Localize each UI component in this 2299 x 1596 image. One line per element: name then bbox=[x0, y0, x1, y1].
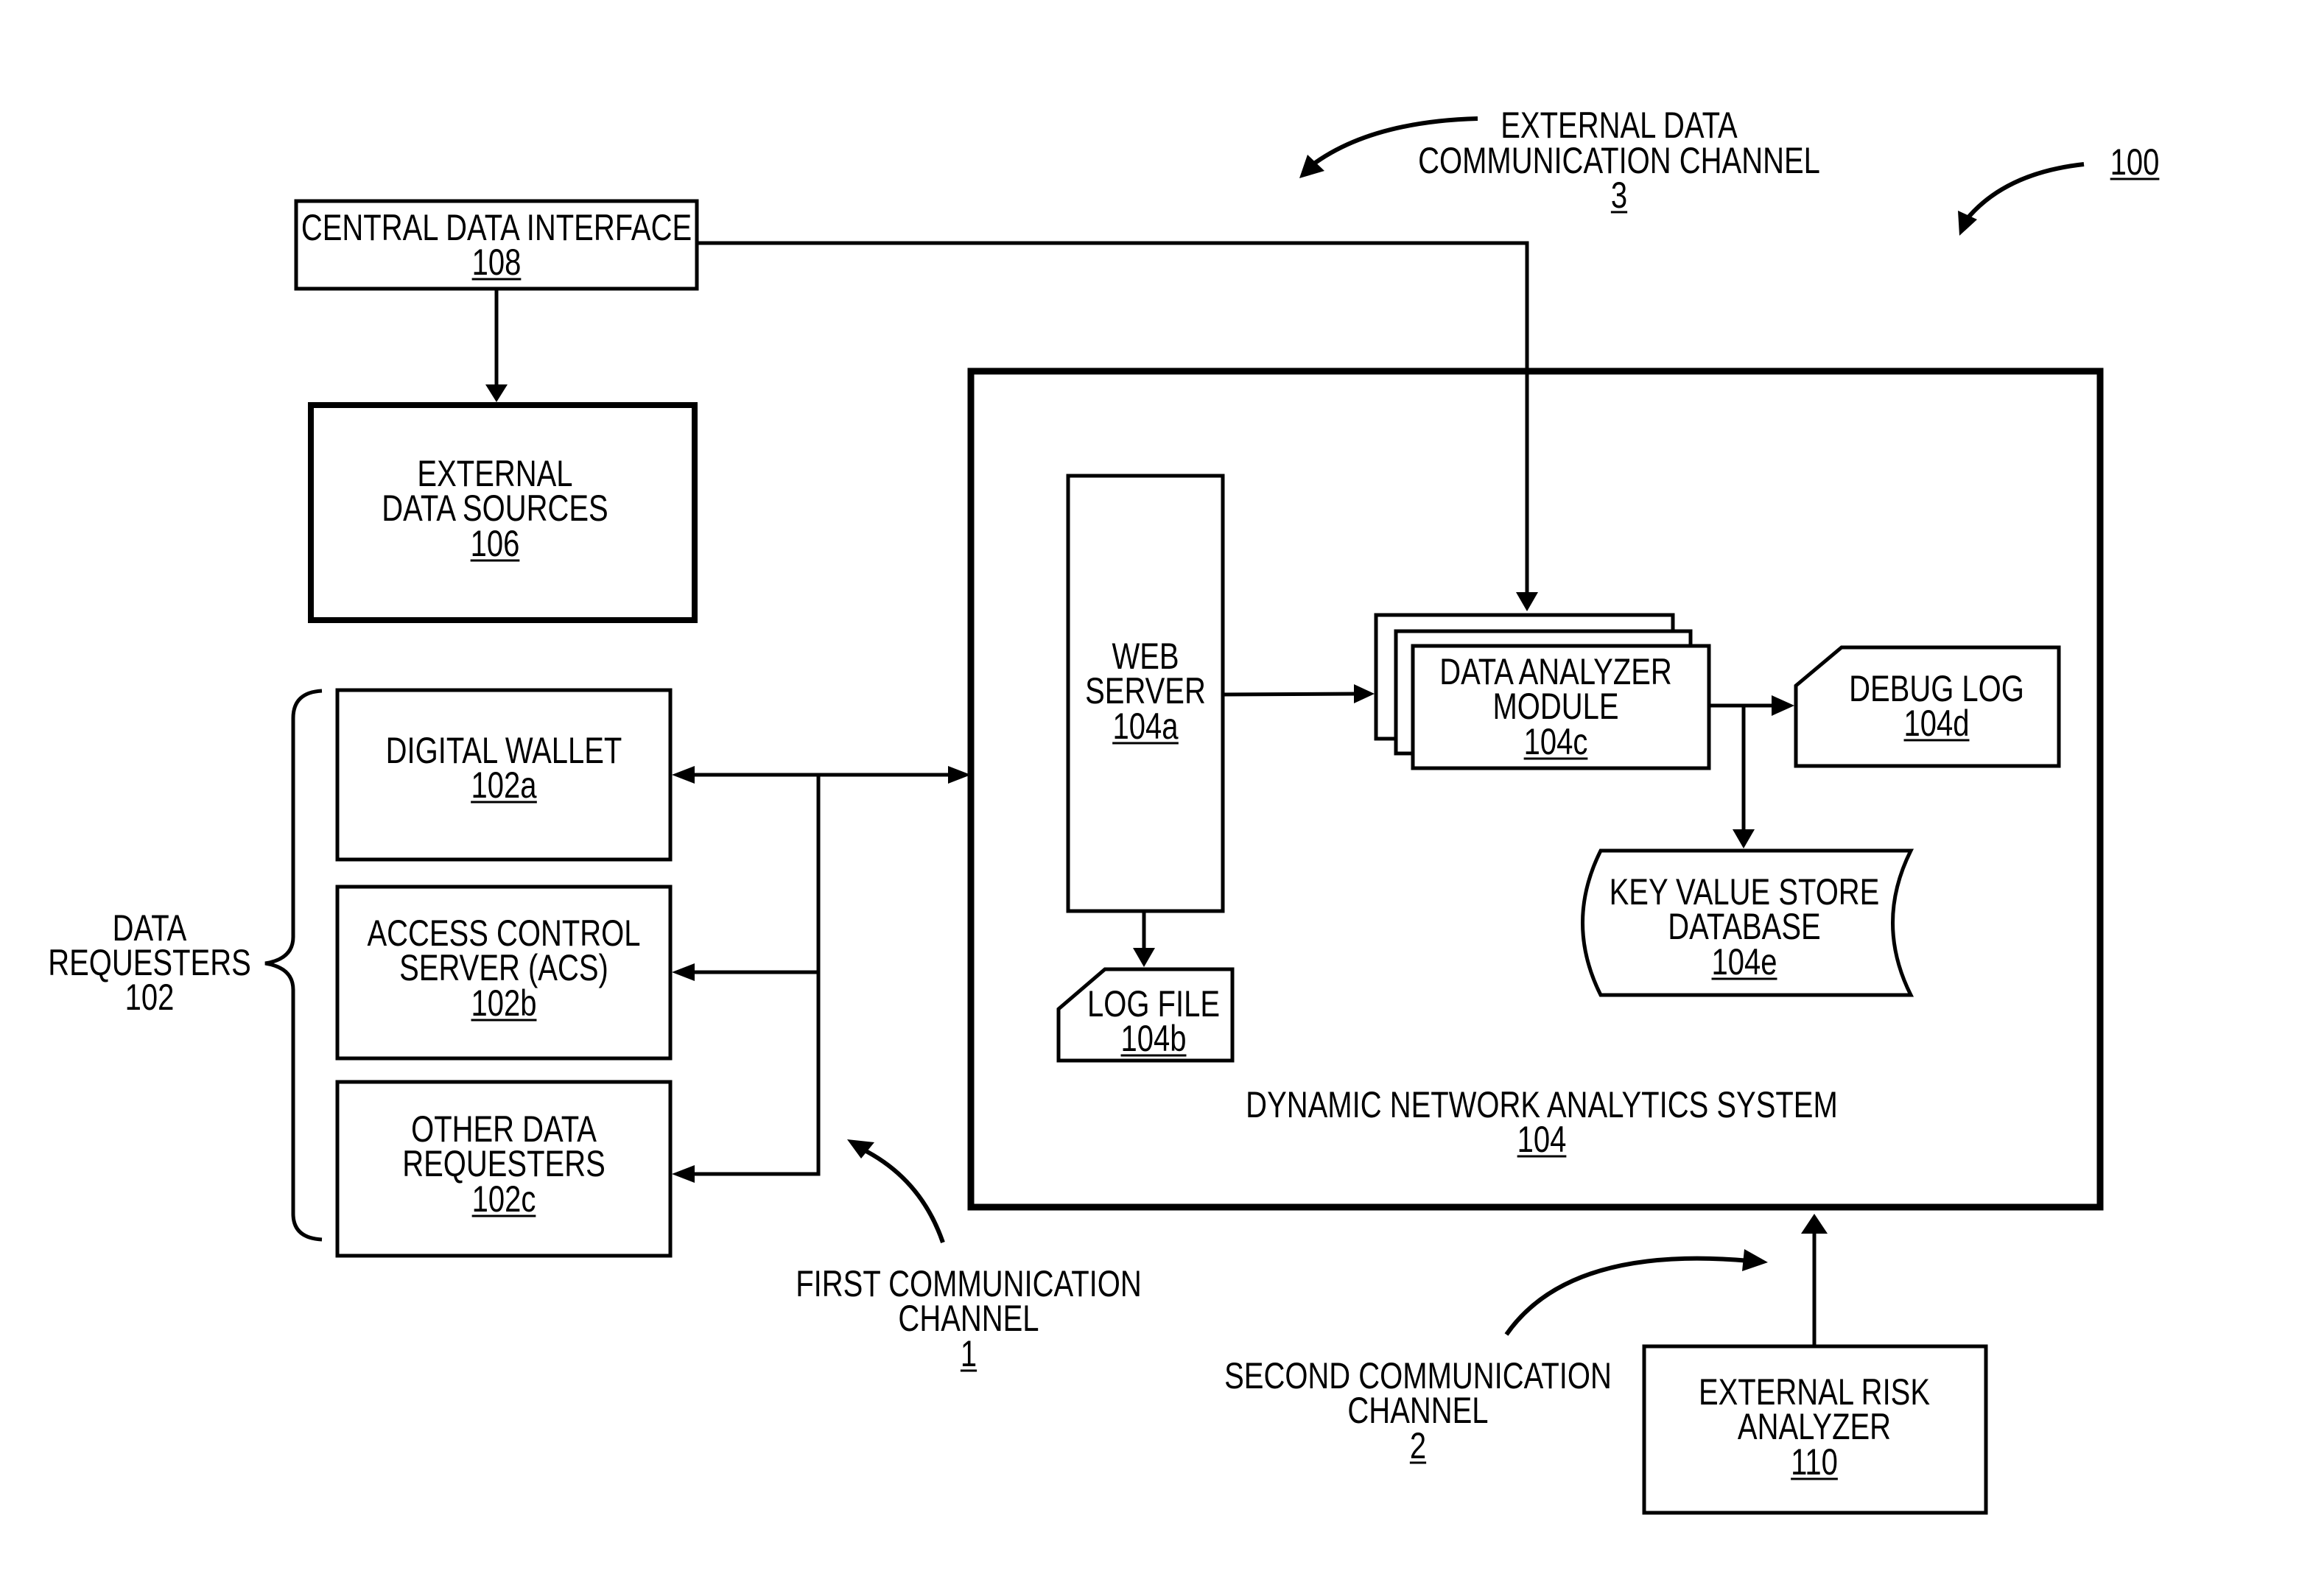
central-data-interface-node[interactable]: CENTRAL DATA INTERFACE 108 bbox=[294, 199, 699, 291]
risk-analyzer-to-system-arrow bbox=[1801, 1214, 1828, 1346]
first-channel-ref: 1 bbox=[961, 1333, 977, 1374]
figure-reference-number: 100 bbox=[2110, 141, 2160, 183]
data-requesters-group-label: DATA REQUESTERS 102 bbox=[48, 907, 251, 1018]
data-analyzer-ref: 104c bbox=[1524, 721, 1588, 762]
external-channel-ref: 3 bbox=[1611, 175, 1627, 216]
first-channel-connector bbox=[672, 766, 971, 1183]
access-control-server-ref: 102b bbox=[471, 982, 537, 1024]
second-channel-arrowhead bbox=[1742, 1249, 1768, 1271]
key-value-store-database-node[interactable]: KEY VALUE STORE DATABASE 104e bbox=[1581, 848, 1914, 997]
external-risk-analyzer-ref: 110 bbox=[1791, 1441, 1838, 1483]
debug-log-ref: 104d bbox=[1904, 703, 1970, 744]
digital-wallet-ref: 102a bbox=[471, 764, 538, 806]
debug-log-node[interactable]: DEBUG LOG 104d bbox=[1794, 645, 2061, 768]
data-analyzer-module-node[interactable]: DATA ANALYZER MODULE 104c bbox=[1374, 613, 1711, 770]
external-risk-analyzer-node[interactable]: EXTERNAL RISK ANALYZER 110 bbox=[1642, 1344, 1988, 1515]
access-control-server-node[interactable]: ACCESS CONTROL SERVER (ACS) 102b bbox=[335, 885, 673, 1061]
external-channel-annotation: EXTERNAL DATA COMMUNICATION CHANNEL 3 bbox=[1299, 105, 1820, 216]
data-analyzer-outputs bbox=[1710, 695, 1794, 848]
arrowhead-to-kv-store bbox=[1733, 829, 1755, 848]
kv-store-ref: 104e bbox=[1712, 941, 1777, 982]
second-channel-ref: 2 bbox=[1410, 1425, 1426, 1466]
other-data-requesters-node[interactable]: OTHER DATA REQUESTERS 102c bbox=[335, 1080, 673, 1258]
external-data-sources-node[interactable]: EXTERNAL DATA SOURCES 106 bbox=[308, 402, 698, 623]
figure-reference: 100 bbox=[1958, 141, 2160, 236]
web-server-ref: 104a bbox=[1113, 706, 1179, 747]
log-file-ref: 104b bbox=[1121, 1018, 1187, 1059]
central-data-interface-ref: 108 bbox=[472, 242, 522, 283]
arrowhead-to-digital-wallet bbox=[672, 766, 695, 784]
web-server-to-log-file-arrow bbox=[1133, 911, 1155, 967]
curly-brace bbox=[264, 689, 323, 1242]
arrowhead-to-analytics-system bbox=[948, 766, 971, 784]
data-requesters-ref: 102 bbox=[125, 977, 175, 1018]
log-file-node[interactable]: LOG FILE 104b bbox=[1056, 967, 1235, 1063]
cdi-to-external-sources-arrow bbox=[485, 289, 508, 402]
web-server-node[interactable]: WEB SERVER 104a bbox=[1066, 474, 1225, 913]
analytics-system-ref: 104 bbox=[1517, 1119, 1567, 1160]
system-diagram: CENTRAL DATA INTERFACE 108 EXTERNAL DATA… bbox=[48, 105, 2160, 1515]
figure-reference-arrowhead bbox=[1958, 211, 1977, 236]
digital-wallet-node[interactable]: DIGITAL WALLET 102a bbox=[335, 688, 673, 862]
external-data-sources-ref: 106 bbox=[471, 523, 520, 564]
arrowhead-to-acs bbox=[672, 963, 695, 981]
arrowhead-to-debug-log bbox=[1772, 695, 1794, 716]
web-server-to-data-analyzer-arrow bbox=[1222, 684, 1375, 703]
arrowhead-to-other-requesters bbox=[672, 1165, 695, 1183]
other-data-requesters-ref: 102c bbox=[472, 1178, 536, 1220]
